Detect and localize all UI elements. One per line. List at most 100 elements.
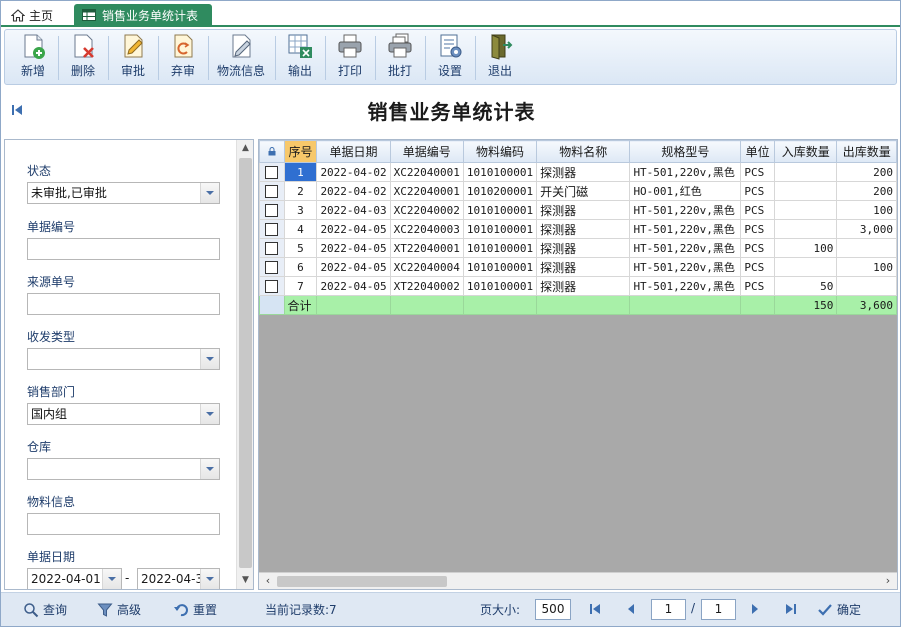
- reset-button[interactable]: 重置: [173, 601, 217, 618]
- row-checkbox-cell[interactable]: [259, 200, 285, 220]
- cell-spec: HO-001,红色: [629, 181, 742, 201]
- row-checkbox-cell[interactable]: [259, 162, 285, 182]
- material-input[interactable]: [27, 513, 220, 535]
- row-checkbox-cell[interactable]: [259, 257, 285, 277]
- column-header-spec[interactable]: 规格型号: [629, 140, 742, 163]
- settings-button[interactable]: 设置: [430, 32, 470, 82]
- exit-button[interactable]: 退出: [480, 32, 520, 82]
- date-to-picker[interactable]: 2022-04-30: [137, 568, 220, 589]
- toolbar-divider: [208, 36, 209, 80]
- column-header-seq[interactable]: 序号: [283, 140, 318, 163]
- scroll-down-icon[interactable]: ▼: [240, 575, 251, 586]
- table-row[interactable]: 2 2022-04-02 XC22040001 1010200001 开关门磁 …: [259, 181, 897, 201]
- row-checkbox[interactable]: [265, 165, 279, 179]
- add-button[interactable]: 新增: [13, 32, 53, 82]
- page-size-input[interactable]: 500: [535, 599, 571, 620]
- next-page-icon[interactable]: [747, 601, 763, 617]
- scrollbar-thumb[interactable]: [277, 576, 447, 587]
- logistics-button[interactable]: 物流信息: [213, 32, 269, 82]
- row-checkbox-cell[interactable]: [259, 276, 285, 296]
- delete-button-label: 删除: [70, 64, 95, 78]
- row-checkbox[interactable]: [265, 203, 279, 217]
- tab-home[interactable]: 主页: [5, 4, 69, 26]
- table-row[interactable]: 4 2022-04-05 XC22040003 1010100001 探测器 H…: [259, 219, 897, 239]
- cell-seq: 2: [283, 181, 318, 201]
- tab-sales-statistics[interactable]: 销售业务单统计表: [74, 4, 212, 26]
- row-checkbox[interactable]: [265, 184, 279, 198]
- chevron-down-icon[interactable]: [108, 577, 116, 581]
- column-header-unit[interactable]: 单位: [740, 140, 776, 163]
- export-button[interactable]: 输出: [280, 32, 320, 82]
- add-doc-icon: [24, 34, 45, 59]
- first-page-icon[interactable]: [587, 601, 603, 617]
- approve-button[interactable]: 审批: [113, 32, 153, 82]
- total-empty-cell: [740, 295, 776, 315]
- add-button-label: 新增: [20, 64, 45, 78]
- table-row[interactable]: 3 2022-04-03 XC22040002 1010100001 探测器 H…: [259, 200, 897, 220]
- scroll-up-icon[interactable]: ▲: [240, 143, 251, 154]
- scroll-left-icon[interactable]: ‹: [262, 575, 274, 587]
- chevron-down-icon[interactable]: [206, 467, 214, 471]
- current-page-input[interactable]: 1: [651, 599, 686, 620]
- date-from-picker[interactable]: 2022-04-01: [27, 568, 122, 589]
- row-checkbox[interactable]: [265, 222, 279, 236]
- row-checkbox-cell[interactable]: [259, 219, 285, 239]
- scroll-right-icon[interactable]: ›: [882, 575, 894, 587]
- delete-button[interactable]: 删除: [63, 32, 103, 82]
- table-row[interactable]: 5 2022-04-05 XT22040001 1010100001 探测器 H…: [259, 238, 897, 258]
- grid-horizontal-scrollbar[interactable]: ‹ ›: [259, 572, 897, 589]
- column-header-code[interactable]: 物料编码: [462, 140, 538, 163]
- source-no-input[interactable]: [27, 293, 220, 315]
- cell-doc-no: XC22040001: [389, 162, 464, 182]
- table-row[interactable]: 1 2022-04-02 XC22040001 1010100001 探测器 H…: [259, 162, 897, 182]
- doc-no-input[interactable]: [27, 238, 220, 260]
- status-label: 状态: [27, 164, 52, 178]
- column-header-out-qty[interactable]: 出库数量: [836, 140, 897, 163]
- batch-print-button[interactable]: 批打: [380, 32, 420, 82]
- dept-select[interactable]: 国内组: [27, 403, 220, 425]
- cell-out-qty: 100: [836, 200, 897, 220]
- toolbar-divider: [425, 36, 426, 80]
- confirm-button[interactable]: 确定: [817, 601, 861, 618]
- chevron-down-icon[interactable]: [206, 412, 214, 416]
- row-checkbox-cell[interactable]: [259, 181, 285, 201]
- unapprove-icon: [174, 34, 193, 58]
- cell-out-qty: 100: [836, 257, 897, 277]
- advanced-button[interactable]: 高级: [97, 601, 141, 618]
- io-type-select[interactable]: [27, 348, 220, 370]
- chevron-down-icon[interactable]: [206, 357, 214, 361]
- row-checkbox[interactable]: [265, 260, 279, 274]
- dept-label: 销售部门: [27, 385, 76, 399]
- status-select[interactable]: 未审批,已审批: [27, 182, 220, 204]
- print-button[interactable]: 打印: [330, 32, 370, 82]
- row-checkbox[interactable]: [265, 279, 279, 293]
- cell-spec: HT-501,220v,黑色: [629, 200, 742, 220]
- column-header-doc-no[interactable]: 单据编号: [389, 140, 464, 163]
- cell-code: 1010100001: [462, 219, 538, 239]
- filter-panel-scrollbar[interactable]: ▲ ▼: [236, 140, 253, 589]
- lock-column-header[interactable]: [259, 140, 285, 163]
- query-button[interactable]: 查询: [23, 601, 67, 618]
- cell-seq: 4: [283, 219, 318, 239]
- cell-in-qty: 50: [774, 276, 838, 296]
- row-checkbox[interactable]: [265, 241, 279, 255]
- total-row: 合计 150 3,600: [259, 295, 897, 315]
- cell-seq: 1: [283, 162, 318, 182]
- column-header-in-qty[interactable]: 入库数量: [774, 140, 838, 163]
- unapprove-button[interactable]: 弃审: [163, 32, 203, 82]
- cell-seq: 6: [283, 257, 318, 277]
- scrollbar-thumb[interactable]: [239, 158, 252, 568]
- column-header-name[interactable]: 物料名称: [536, 140, 631, 163]
- chevron-down-icon[interactable]: [206, 577, 214, 581]
- table-row[interactable]: 6 2022-04-05 XC22040004 1010100001 探测器 H…: [259, 257, 897, 277]
- cell-spec: HT-501,220v,黑色: [629, 238, 742, 258]
- column-header-date[interactable]: 单据日期: [316, 140, 391, 163]
- table-row[interactable]: 7 2022-04-05 XT22040002 1010100001 探测器 H…: [259, 276, 897, 296]
- warehouse-select[interactable]: [27, 458, 220, 480]
- prev-page-icon[interactable]: [623, 601, 639, 617]
- tab-bar: 主页 销售业务单统计表: [1, 1, 900, 27]
- row-checkbox-cell[interactable]: [259, 238, 285, 258]
- total-empty-cell: [389, 295, 464, 315]
- chevron-down-icon[interactable]: [206, 191, 214, 195]
- last-page-icon[interactable]: [783, 601, 799, 617]
